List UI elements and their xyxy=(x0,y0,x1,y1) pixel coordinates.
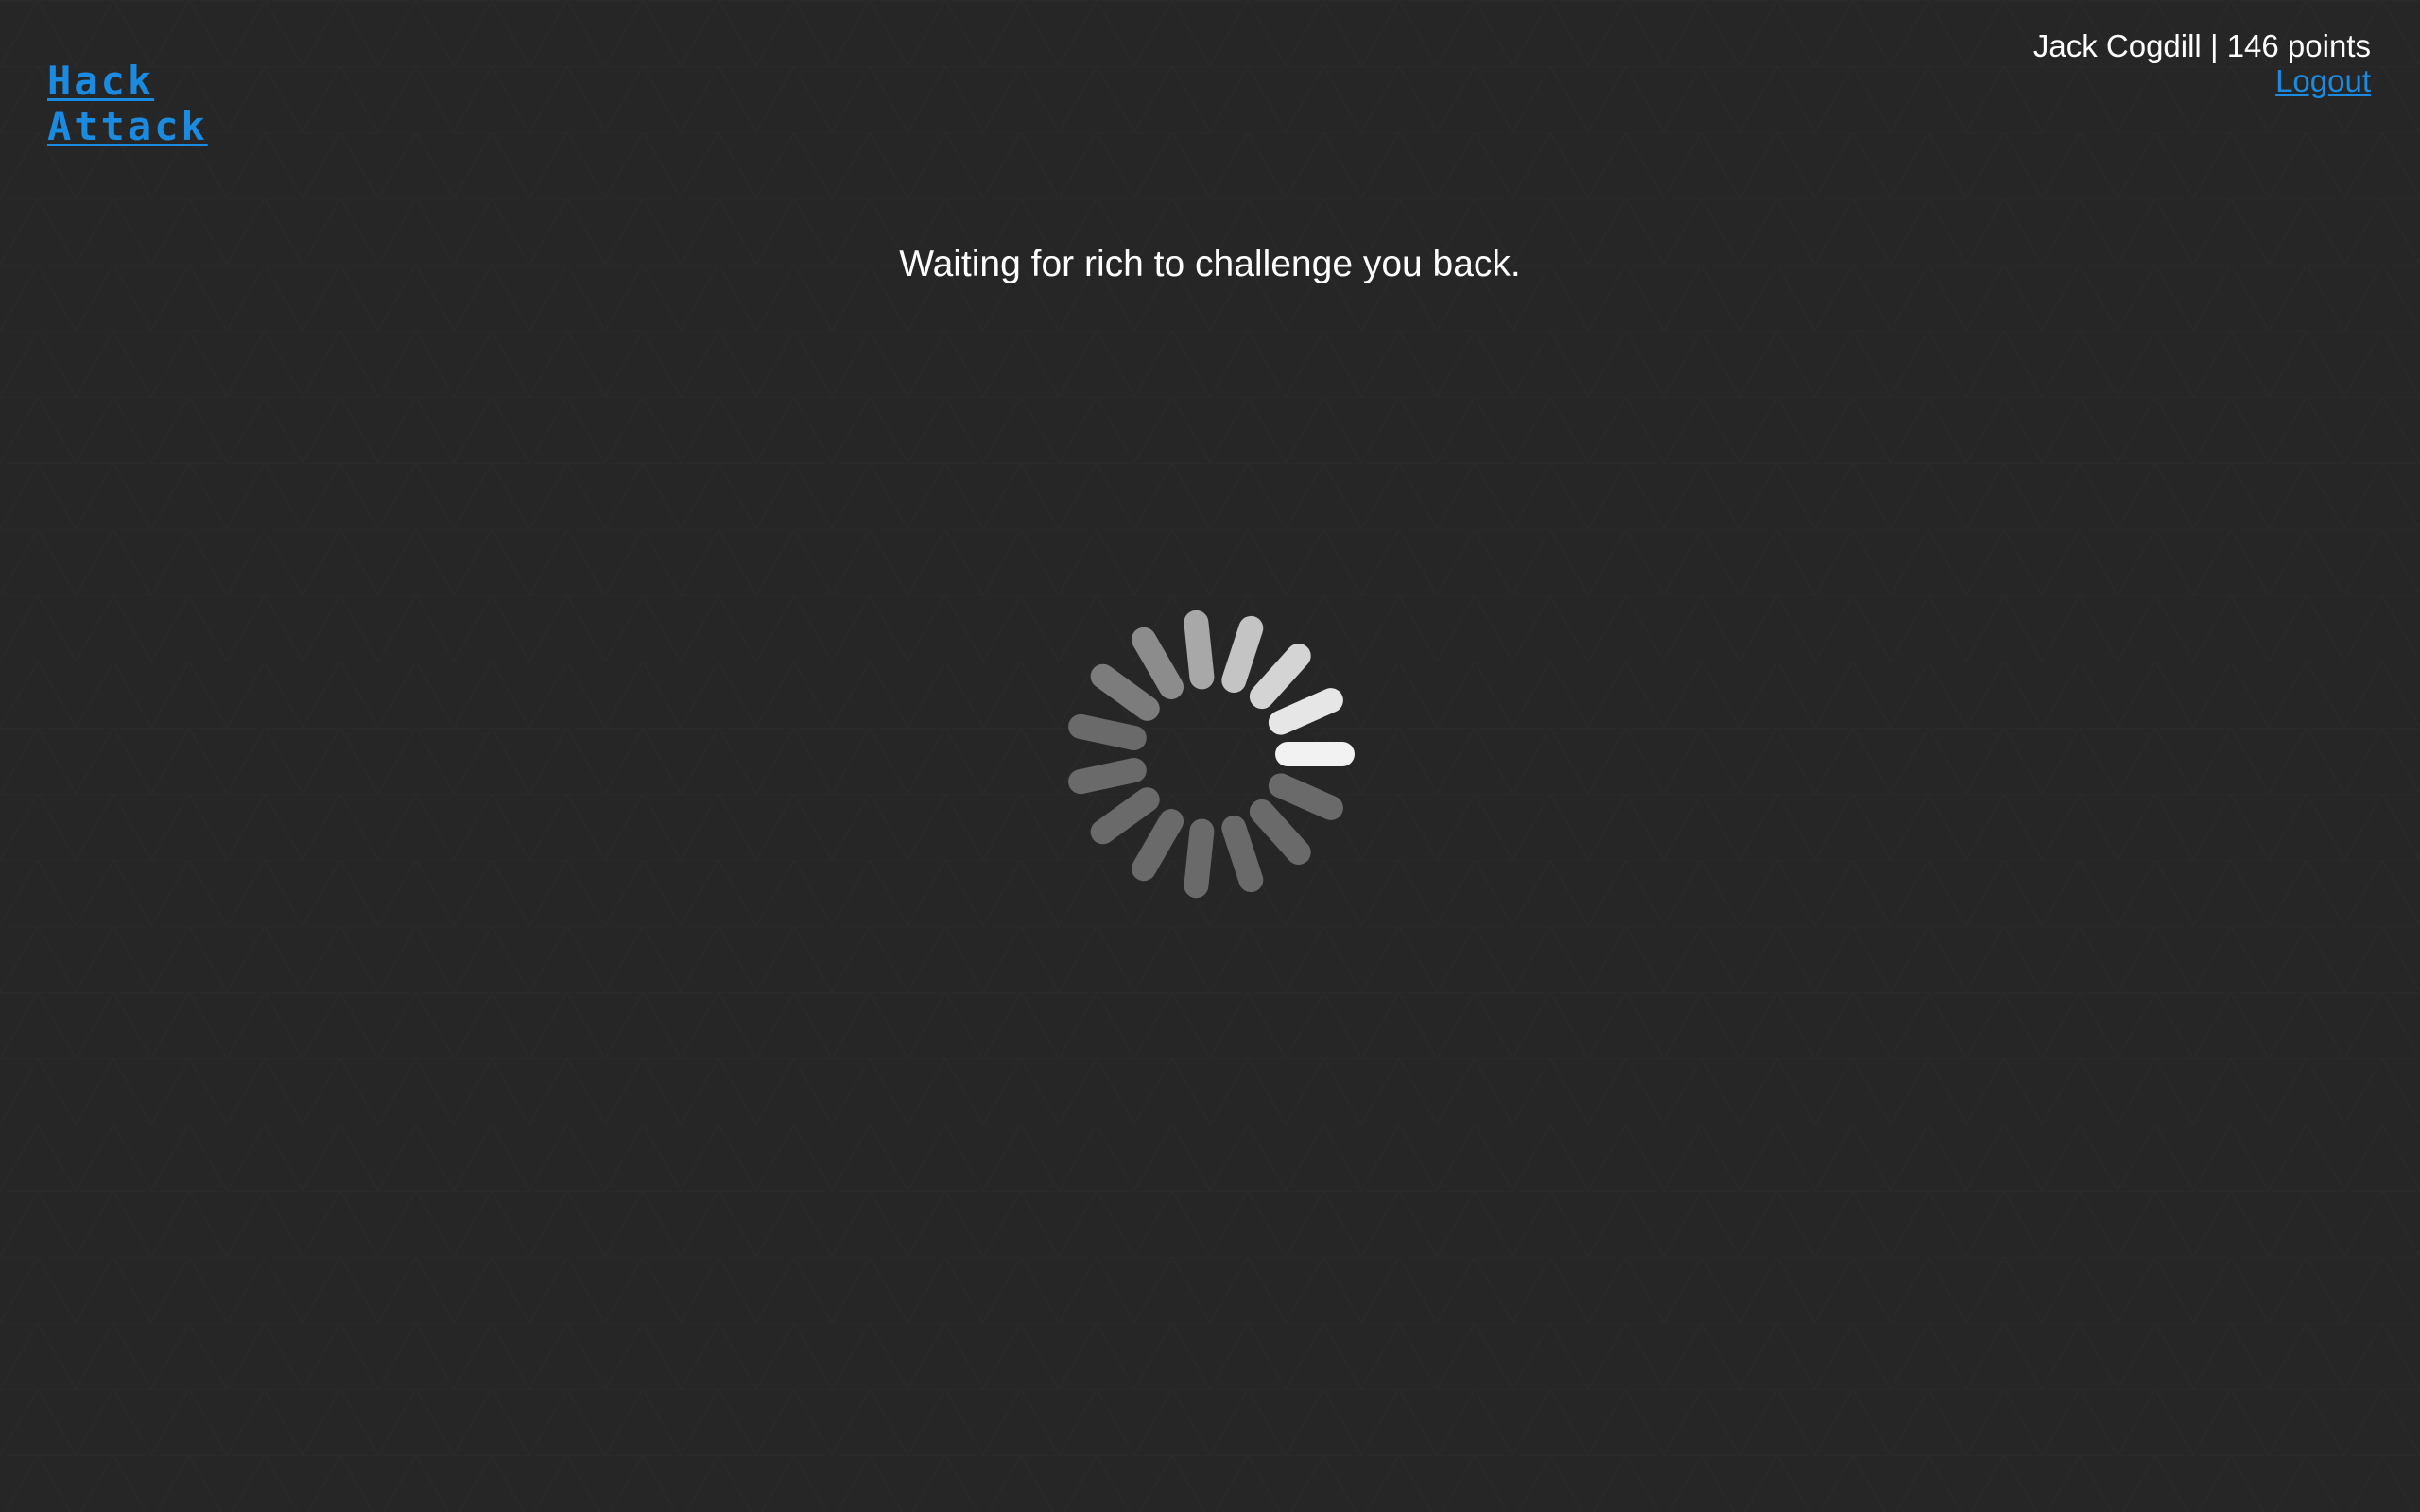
logout-link[interactable]: Logout xyxy=(2275,63,2371,98)
spinner-bar xyxy=(1221,816,1264,893)
spinner-bar xyxy=(1132,627,1184,699)
spinner-bar xyxy=(1068,713,1147,750)
logo-line-attack: Attack xyxy=(47,103,208,149)
spinner-bar xyxy=(1268,773,1343,820)
spinner-bar xyxy=(1268,688,1343,735)
spinner-bar xyxy=(1184,610,1215,690)
status-message: Waiting for rich to challenge you back. xyxy=(899,244,1521,284)
logo-line-hack: Hack xyxy=(47,58,155,104)
loading-spinner-icon xyxy=(1068,610,1355,899)
spinner-bar xyxy=(1090,663,1160,721)
user-points: 146 points xyxy=(2226,28,2371,63)
spinner-bar xyxy=(1068,758,1147,795)
spinner-bar xyxy=(1249,644,1311,710)
logo-link[interactable]: Hack Attack xyxy=(47,59,208,149)
user-summary: Jack Cogdill | 146 points xyxy=(2033,28,2371,63)
user-name: Jack Cogdill xyxy=(2032,28,2202,63)
user-info: Jack Cogdill | 146 points Logout xyxy=(2033,28,2371,98)
spinner-bar xyxy=(1090,787,1160,845)
user-separator: | xyxy=(2209,28,2219,63)
spinner-bar xyxy=(1221,615,1264,693)
spinner-bar xyxy=(1184,818,1215,899)
spinner-bar xyxy=(1249,799,1311,865)
spinner-bar xyxy=(1132,809,1184,882)
